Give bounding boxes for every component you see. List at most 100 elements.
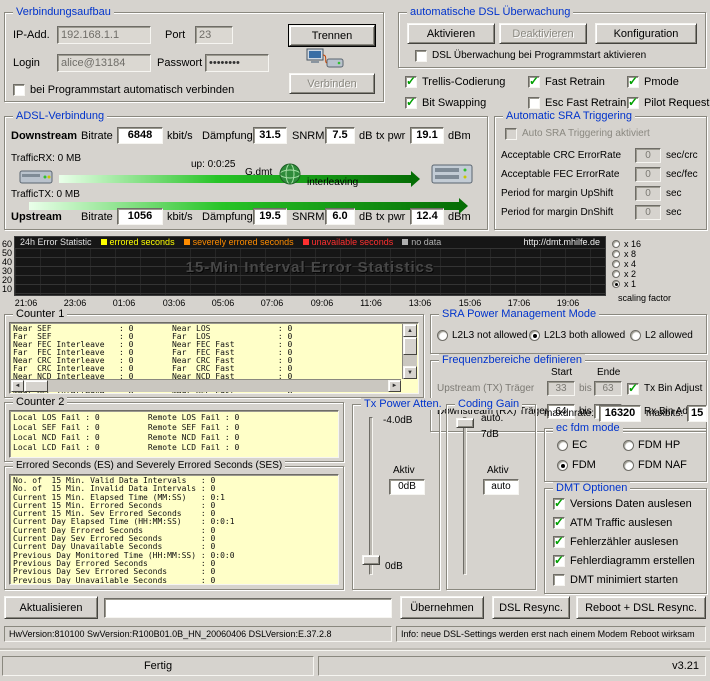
x-tick: 19:06	[552, 298, 584, 308]
counter2-text: Local LOS Fail : 0 Remote LOS Fail : 0 L…	[13, 413, 239, 453]
pilot-request-checkbox[interactable]: Pilot Request	[627, 96, 709, 109]
checkbox-box	[405, 76, 417, 88]
scaling-x1-label: x 1	[624, 279, 636, 289]
version-info: HwVersion:810100 SwVersion:R100B01.0B_HN…	[4, 626, 392, 642]
reboot-resync-button[interactable]: Reboot + DSL Resync.	[576, 596, 706, 619]
counter1-list[interactable]: Near SEF : 0 Near LOS : 0 Far SEF : 0 Fa…	[9, 322, 419, 394]
login-input[interactable]	[57, 54, 151, 72]
esc-fast-retrain-label: Esc Fast Retrain	[545, 97, 626, 109]
fdm-hp-label: FDM HP	[638, 439, 680, 451]
port-input[interactable]	[195, 26, 233, 44]
fdm-radio[interactable]: FDM	[557, 459, 596, 471]
password-input[interactable]	[205, 54, 269, 72]
pmode-label: Pmode	[644, 76, 679, 88]
fdm-naf-radio[interactable]: FDM NAF	[623, 459, 687, 471]
connect-icon	[305, 46, 345, 72]
counter1-vscrollbar[interactable]: ▲ ▼	[402, 324, 417, 379]
disconnect-button[interactable]: Trennen	[289, 25, 375, 46]
traffic-rx-label: TrafficRX: 0 MB	[11, 153, 81, 165]
x-tick: 15:06	[454, 298, 486, 308]
bitswap-checkbox[interactable]: Bit Swapping	[405, 96, 486, 109]
down-txpwr-field: 19.1	[410, 127, 444, 144]
scroll-down-icon[interactable]: ▼	[403, 366, 417, 379]
watchdog-autostart-checkbox[interactable]: DSL Überwachung bei Programmstart aktivi…	[415, 49, 646, 62]
counter1-group: Counter 1 Near SEF : 0 Near LOS : 0 Far …	[4, 314, 424, 398]
x-tick: 11:06	[355, 298, 387, 308]
adsl-group: ADSL-Verbindung Downstream Bitrate 6848 …	[4, 116, 488, 230]
connect-button[interactable]: Verbinden	[289, 73, 375, 94]
fehlerdiagramm-checkbox[interactable]: Fehlerdiagramm erstellen	[553, 554, 695, 567]
watchdog-autostart-label: DSL Überwachung bei Programmstart aktivi…	[432, 50, 646, 61]
maxbits-label: maxbits:	[646, 408, 683, 420]
activate-button[interactable]: Aktivieren	[407, 23, 495, 44]
upstream-arrow	[29, 202, 459, 210]
bitswap-label: Bit Swapping	[422, 97, 486, 109]
sra-row-unit: sec	[666, 207, 682, 219]
scroll-thumb[interactable]	[403, 337, 417, 355]
fehlerzaehler-checkbox[interactable]: Fehlerzähler auslesen	[553, 535, 678, 548]
checkbox-box	[505, 128, 517, 140]
apply-button[interactable]: Übernehmen	[400, 596, 484, 619]
esc-fast-retrain-checkbox[interactable]: Esc Fast Retrain	[528, 96, 626, 109]
dmt-minimiert-label: DMT minimiert starten	[570, 574, 678, 586]
legend-no-data: no data	[402, 238, 441, 247]
status-text: Fertig	[2, 656, 314, 676]
deactivate-button[interactable]: Deaktivieren	[499, 23, 587, 44]
scroll-up-icon[interactable]: ▲	[403, 324, 417, 337]
sra-row-unit: sec/crc	[666, 150, 698, 162]
coding-gain-slider-handle[interactable]	[456, 418, 474, 428]
coding-gain-title: Coding Gain	[455, 398, 522, 410]
l2-allowed-radio[interactable]: L2 allowed	[630, 329, 693, 341]
fdm-hp-radio[interactable]: FDM HP	[623, 439, 680, 451]
sra-crc-field: 0	[635, 148, 661, 163]
radio-circle	[612, 260, 620, 268]
fehlerdiagramm-label: Fehlerdiagramm erstellen	[570, 555, 695, 567]
l2l3-not-allowed-radio[interactable]: L2L3 not allowed	[437, 329, 528, 341]
x-tick: 21:06	[10, 298, 42, 308]
sra-row-label: Period for margin UpShift	[501, 188, 613, 200]
autoconnect-checkbox[interactable]: bei Programmstart automatisch verbinden	[13, 83, 234, 96]
counter1-hscrollbar[interactable]: ◄ ►	[11, 379, 401, 392]
scroll-thumb[interactable]	[24, 380, 48, 392]
ec-radio[interactable]: EC	[557, 439, 587, 451]
l2l3-not-allowed-label: L2L3 not allowed	[452, 330, 528, 341]
status-bar: Fertig v3.21	[0, 650, 710, 681]
ip-input[interactable]	[57, 26, 151, 44]
versions-daten-checkbox[interactable]: Versions Daten auslesen	[553, 497, 692, 510]
sra-row-unit: sec/fec	[666, 169, 698, 181]
pmode-checkbox[interactable]: Pmode	[627, 75, 679, 88]
connection-group: Verbindungsaufbau IP-Add. Port Trennen L…	[4, 12, 384, 102]
tx-bin-adjust-checkbox[interactable]: Tx Bin Adjust	[627, 382, 702, 395]
radio-circle	[612, 240, 620, 248]
atm-traffic-checkbox[interactable]: ATM Traffic auslesen	[553, 516, 672, 529]
dmt-minimiert-checkbox[interactable]: DMT minimiert starten	[553, 573, 678, 586]
ec-label: EC	[572, 439, 587, 451]
dsl-resync-button[interactable]: DSL Resync.	[492, 596, 570, 619]
adsl-group-title: ADSL-Verbindung	[13, 110, 107, 122]
scaling-x1-radio[interactable]: x 1	[612, 278, 636, 290]
maxbits-field[interactable]: 15	[687, 405, 707, 422]
configuration-button[interactable]: Konfiguration	[595, 23, 697, 44]
tx-power-slider-handle[interactable]	[362, 555, 380, 565]
x-tick: 23:06	[59, 298, 91, 308]
x-tick: 03:06	[158, 298, 190, 308]
fast-retrain-checkbox[interactable]: Fast Retrain	[528, 75, 605, 88]
trellis-checkbox[interactable]: Trellis-Codierung	[405, 75, 505, 88]
app-version: v3.21	[318, 656, 706, 676]
l2l3-both-allowed-label: L2L3 both allowed	[544, 330, 625, 341]
reboot-hint: Info: neue DSL-Settings werden erst nach…	[396, 626, 706, 642]
radio-circle	[612, 280, 620, 288]
up-txpwr-field: 12.4	[410, 208, 444, 225]
refresh-button[interactable]: Aktualisieren	[4, 596, 98, 619]
dmt-options-title: DMT Optionen	[553, 482, 630, 494]
scroll-left-icon[interactable]: ◄	[11, 380, 24, 392]
l2l3-both-allowed-radio[interactable]: L2L3 both allowed	[529, 329, 625, 341]
command-input[interactable]	[104, 598, 392, 618]
checkbox-box	[553, 555, 565, 567]
maxdnrate-field[interactable]: 16320	[599, 405, 641, 422]
bitrate-label: Bitrate	[81, 211, 113, 224]
tx-power-value-field: 0dB	[389, 479, 425, 495]
scroll-right-icon[interactable]: ►	[388, 380, 401, 392]
down-snrm-field: 7.5	[325, 127, 355, 144]
kbit-unit: kbit/s	[167, 130, 193, 143]
